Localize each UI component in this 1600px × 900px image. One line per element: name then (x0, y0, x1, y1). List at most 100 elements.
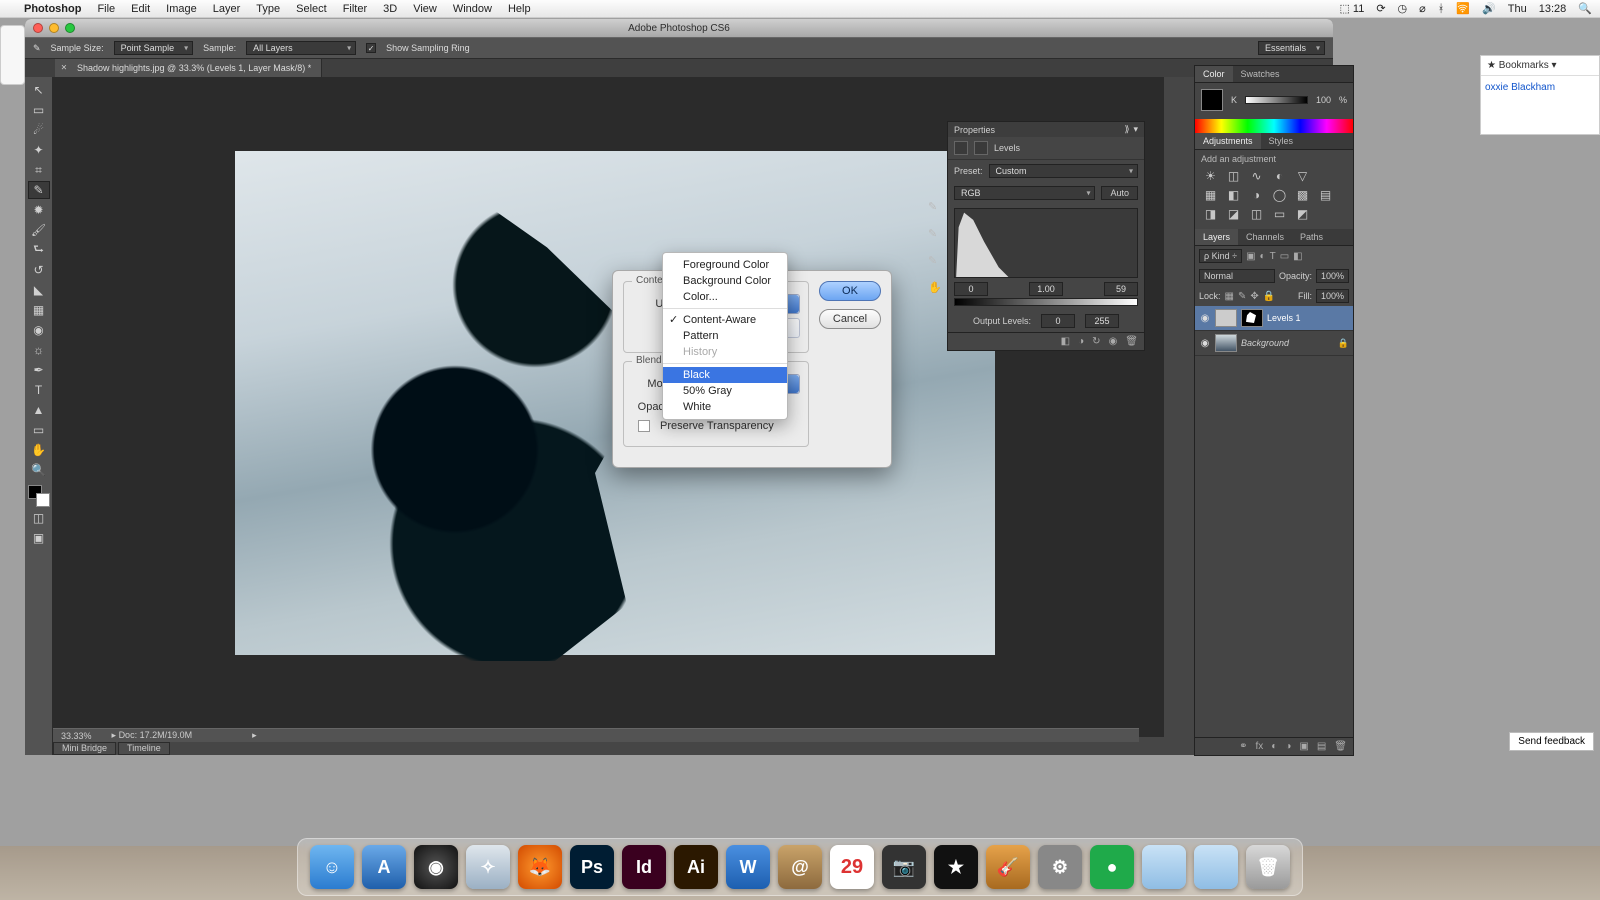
clip-icon[interactable]: ◧ (1061, 336, 1070, 347)
adj-hue-icon[interactable]: ▦ (1203, 187, 1218, 202)
visibility-icon[interactable]: ◉ (1109, 336, 1118, 347)
menu-file[interactable]: File (97, 3, 115, 15)
healing-brush-tool-icon[interactable]: ✹ (28, 201, 50, 219)
prev-state-icon[interactable]: ◑ (1078, 336, 1084, 347)
layer-visibility-icon[interactable]: ◉ (1199, 313, 1211, 324)
fill-value[interactable]: 100% (1316, 289, 1349, 303)
k-slider[interactable] (1245, 96, 1308, 104)
layer-thumb[interactable] (1215, 334, 1237, 352)
spectrum-ramp[interactable] (1195, 119, 1353, 133)
adj-lut-icon[interactable]: ▤ (1318, 187, 1333, 202)
swatches-tab[interactable]: Swatches (1233, 66, 1288, 82)
spotlight-icon[interactable]: 🔍 (1578, 2, 1592, 15)
popup-item-content-aware[interactable]: Content-Aware (663, 312, 787, 328)
dock-app-contacts[interactable]: @ (778, 845, 822, 889)
color-tab[interactable]: Color (1195, 66, 1233, 82)
dock-app-photoshop[interactable]: Ps (570, 845, 614, 889)
menu-help[interactable]: Help (508, 3, 531, 15)
menu-select[interactable]: Select (296, 3, 327, 15)
add-mask-icon[interactable]: ◐ (1271, 741, 1277, 752)
channel-dropdown[interactable]: RGB (954, 186, 1095, 200)
adj-bw-icon[interactable]: ◧ (1226, 187, 1241, 202)
filter-shape-icon[interactable]: ▭ (1280, 251, 1289, 262)
dock-app-indesign[interactable]: Id (622, 845, 666, 889)
wifi-icon[interactable]: 🛜 (1456, 2, 1470, 15)
document-tab[interactable]: Shadow highlights.jpg @ 33.3% (Levels 1,… (55, 59, 322, 77)
popup-item-50gray[interactable]: 50% Gray (663, 383, 787, 399)
input-gamma[interactable]: 1.00 (1029, 282, 1063, 296)
adj-invert-icon[interactable]: ◨ (1203, 206, 1218, 221)
workspace-switcher[interactable]: Essentials (1258, 41, 1325, 55)
minimize-window-button[interactable] (49, 23, 59, 33)
new-group-icon[interactable]: ▣ (1299, 741, 1308, 752)
gray-eyedropper-icon[interactable]: ✎ (928, 227, 942, 240)
popup-item-white[interactable]: White (663, 399, 787, 415)
menu-3d[interactable]: 3D (383, 3, 397, 15)
layer-row-levels1[interactable]: ◉ Levels 1 (1195, 306, 1353, 331)
screen-mode-icon[interactable]: ▣ (28, 529, 50, 547)
dock-app-firefox[interactable]: 🦊 (518, 845, 562, 889)
input-white-point[interactable]: 59 (1104, 282, 1138, 296)
delete-adjustment-icon[interactable]: 🗑 (1125, 336, 1138, 347)
adj-balance-icon[interactable]: ◑ (1249, 187, 1264, 202)
input-black-point[interactable]: 0 (954, 282, 988, 296)
adj-exposure-icon[interactable]: ◐ (1272, 168, 1287, 183)
doc-size[interactable]: ▸ Doc: 17.2M/19.0M (112, 730, 193, 741)
white-eyedropper-icon[interactable]: ✎ (928, 254, 942, 267)
opacity-value[interactable]: 100% (1316, 269, 1349, 283)
lock-paint-icon[interactable]: ✎ (1238, 291, 1246, 302)
dock-app-settings[interactable]: ⚙ (1038, 845, 1082, 889)
lock-trans-icon[interactable]: ▦ (1225, 291, 1234, 302)
mini-bridge-tab[interactable]: Mini Bridge (53, 742, 116, 755)
blend-mode-dropdown[interactable]: Normal (1199, 269, 1275, 283)
adj-gradmap-icon[interactable]: ▭ (1272, 206, 1287, 221)
fx-icon[interactable]: fx (1256, 741, 1264, 752)
dock-app-imovie[interactable]: ★ (934, 845, 978, 889)
show-sampling-ring-checkbox[interactable]: ✓ (366, 43, 376, 53)
history-brush-tool-icon[interactable]: ↺ (28, 261, 50, 279)
new-adjustment-icon[interactable]: ◑ (1285, 741, 1291, 752)
dock-app-folder2[interactable] (1194, 845, 1238, 889)
menu-image[interactable]: Image (166, 3, 197, 15)
adj-curves-icon[interactable]: ∿ (1249, 168, 1264, 183)
dock-app-safari[interactable]: ✧ (466, 845, 510, 889)
bookmarks-button[interactable]: ★ Bookmarks ▾ (1481, 56, 1599, 76)
layer-visibility-icon[interactable]: ◉ (1199, 338, 1211, 349)
levels-histogram[interactable] (954, 208, 1138, 278)
popup-item-pattern[interactable]: Pattern (663, 328, 787, 344)
channels-tab[interactable]: Channels (1238, 229, 1292, 245)
zoom-level[interactable]: 33.33% (61, 731, 92, 741)
adj-threshold-icon[interactable]: ◫ (1249, 206, 1264, 221)
output-gradient[interactable] (954, 298, 1138, 306)
layers-tab[interactable]: Layers (1195, 229, 1238, 245)
filter-kind-dropdown[interactable]: ρ Kind ÷ (1199, 249, 1242, 263)
new-layer-icon[interactable]: ▤ (1317, 741, 1326, 752)
adj-vibrance-icon[interactable]: ▽ (1295, 168, 1310, 183)
move-tool-icon[interactable]: ↖ (28, 81, 50, 99)
layer-name[interactable]: Background (1241, 338, 1289, 348)
background-color-swatch[interactable] (36, 493, 50, 507)
clone-stamp-tool-icon[interactable]: ⮑ (28, 241, 50, 259)
dock-app-illustrator[interactable]: Ai (674, 845, 718, 889)
adj-poster-icon[interactable]: ◪ (1226, 206, 1241, 221)
adj-levels-icon[interactable]: ◫ (1226, 168, 1241, 183)
layer-row-background[interactable]: ◉ Background 🔒 (1195, 331, 1353, 356)
zoom-tool-icon[interactable]: 🔍 (28, 461, 50, 479)
dock-app-dashboard[interactable]: ◉ (414, 845, 458, 889)
window-titlebar[interactable]: Adobe Photoshop CS6 (25, 19, 1333, 37)
adobe-status-icon[interactable]: ⬚ 11 (1339, 2, 1364, 15)
send-feedback-button[interactable]: Send feedback (1509, 732, 1594, 751)
delete-layer-icon[interactable]: 🗑 (1334, 741, 1347, 752)
eraser-tool-icon[interactable]: ◣ (28, 281, 50, 299)
panel-menu-icon[interactable]: ▾ (1133, 124, 1138, 135)
layer-mask-thumb[interactable] (1241, 309, 1263, 327)
ok-button[interactable]: OK (819, 281, 881, 301)
magic-wand-tool-icon[interactable]: ✦ (28, 141, 50, 159)
gradient-tool-icon[interactable]: ▦ (28, 301, 50, 319)
adjustment-thumb[interactable] (1215, 309, 1237, 327)
menu-view[interactable]: View (413, 3, 437, 15)
dock-app-word[interactable]: W (726, 845, 770, 889)
auto-button[interactable]: Auto (1101, 186, 1138, 200)
timeline-tab[interactable]: Timeline (118, 742, 170, 755)
type-tool-icon[interactable]: T (28, 381, 50, 399)
